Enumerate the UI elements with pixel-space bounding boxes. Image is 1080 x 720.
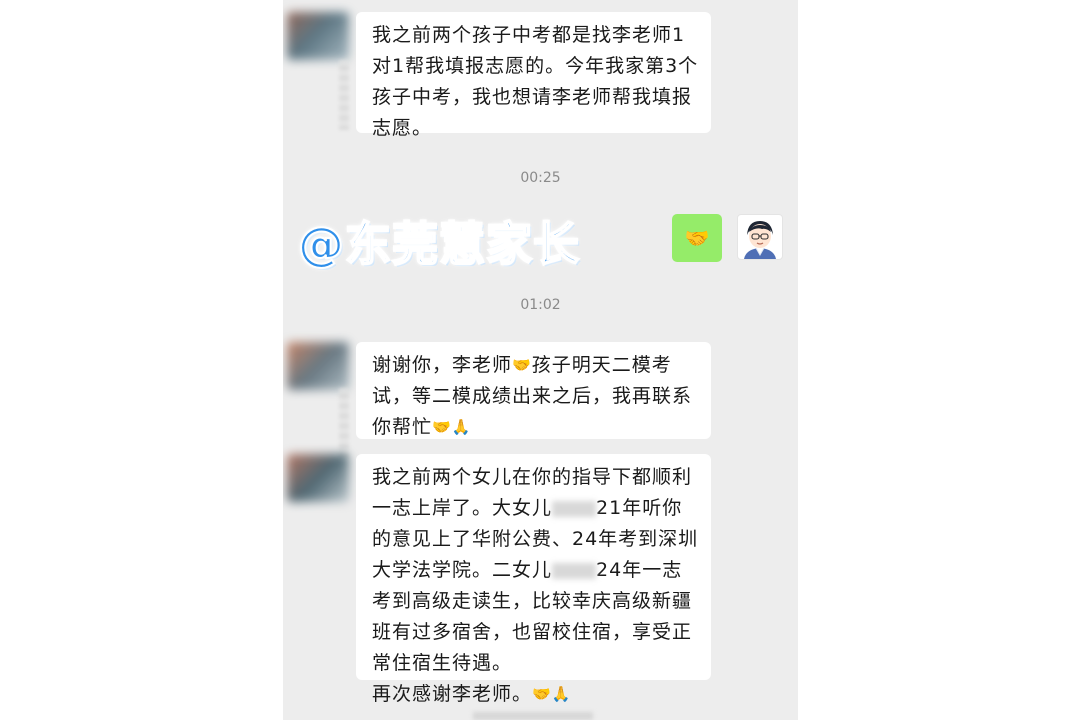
cartoon-boy-icon [744,221,776,259]
sender-avatar[interactable] [287,454,349,502]
message-text: 谢谢你，李老师🤝孩子明天二模考试，等二模成绩出来之后，我再联系你帮忙🤝🙏 [372,350,699,443]
message-text: 我之前两个女儿在你的指导下都顺利一志上岸了。大女儿 21年听你的意见上了华附公费、… [372,466,699,674]
handshake-icon: 🤝 [684,226,710,250]
chat-panel[interactable]: 我之前两个孩子中考都是找李老师1对1帮我填报志愿的。今年我家第3个孩子中考，我也… [283,0,798,720]
redacted-name [552,500,597,517]
blurred-nickname [339,60,349,130]
message-bubble[interactable]: 我之前两个女儿在你的指导下都顺利一志上岸了。大女儿 21年听你的意见上了华附公费、… [356,454,711,705]
message-text: 我之前两个孩子中考都是找李老师1对1帮我填报志愿的。今年我家第3个孩子中考，我也… [372,24,699,139]
handshake-icon: 🤝 [512,356,532,374]
my-reply-bubble[interactable]: 🤝 [672,214,722,262]
thanks-text: 再次感谢李老师。🤝🙏 [372,679,699,710]
message-bubble[interactable]: 我之前两个孩子中考都是找李老师1对1帮我填报志愿的。今年我家第3个孩子中考，我也… [356,12,711,139]
my-avatar[interactable] [737,214,783,260]
timestamp: 00:25 [520,170,561,186]
handshake-pray-icon: 🤝🙏 [532,685,572,703]
timestamp: 01:02 [520,297,561,313]
handshake-pray-icon: 🤝🙏 [432,418,472,436]
partial-timestamp [473,712,593,720]
blurred-nickname [339,388,349,458]
sender-avatar[interactable] [287,12,349,60]
sender-avatar[interactable] [287,342,349,390]
redacted-name [552,562,597,579]
message-bubble[interactable]: 谢谢你，李老师🤝孩子明天二模考试，等二模成绩出来之后，我再联系你帮忙🤝🙏 [356,342,711,439]
watermark-text: @东莞慧家长 [297,216,580,272]
